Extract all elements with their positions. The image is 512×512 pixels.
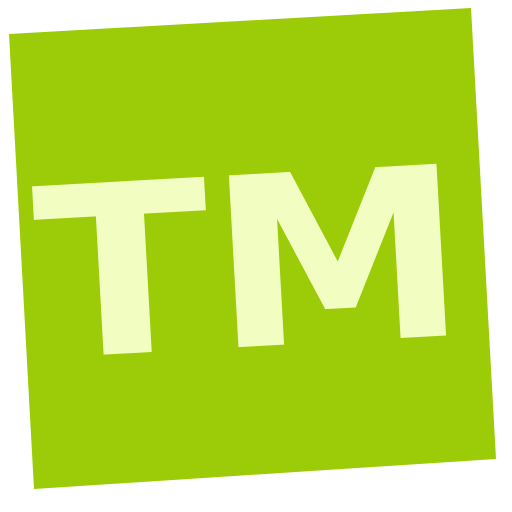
trademark-logo: TM bbox=[0, 0, 512, 512]
logo-text-tm: TM bbox=[28, 116, 473, 415]
logo-canvas: TM bbox=[0, 0, 512, 512]
logo-lettering: TM bbox=[28, 116, 473, 415]
trademark-logo-graphic: TM bbox=[9, 8, 496, 489]
